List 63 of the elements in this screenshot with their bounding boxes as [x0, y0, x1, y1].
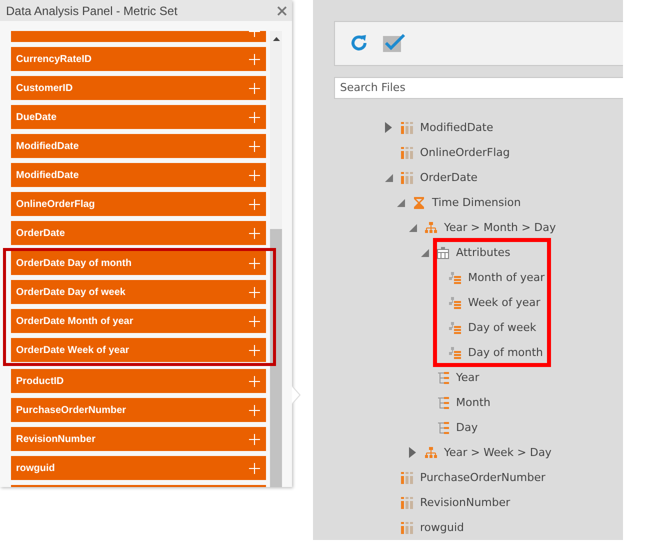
expanded-arrow-icon[interactable]	[409, 224, 417, 232]
plus-icon[interactable]	[249, 462, 260, 474]
hierarchy-icon	[425, 222, 437, 234]
tree-item[interactable]: Time Dimension	[432, 196, 521, 209]
plus-icon[interactable]	[249, 140, 260, 152]
column-icon	[401, 172, 413, 184]
tree-item[interactable]: Day of month	[468, 346, 544, 359]
tree-item[interactable]: Day	[456, 421, 478, 434]
table-icon	[437, 246, 449, 258]
plus-icon[interactable]	[249, 258, 260, 268]
tree-item[interactable]: Week of year	[468, 296, 540, 309]
level-icon	[437, 372, 449, 384]
close-icon[interactable]	[277, 6, 287, 16]
hierarchy-icon	[425, 446, 437, 458]
checkbox-check-icon[interactable]	[382, 33, 406, 54]
attribute-icon	[449, 346, 461, 358]
search-field[interactable]: Search Files	[334, 76, 623, 99]
tree-item[interactable]: OrderDate	[420, 171, 478, 184]
plus-icon[interactable]	[249, 82, 260, 94]
plus-icon[interactable]	[249, 286, 260, 298]
expanded-arrow-icon[interactable]	[421, 248, 429, 256]
column-icon	[401, 146, 413, 158]
attribute-icon	[449, 322, 461, 334]
plus-icon[interactable]	[249, 228, 260, 238]
plus-icon[interactable]	[249, 344, 260, 356]
plus-icon[interactable]	[249, 198, 260, 210]
field-item[interactable]	[11, 31, 266, 42]
refresh-icon[interactable]	[349, 33, 369, 54]
level-icon	[437, 422, 449, 434]
column-icon	[401, 472, 413, 484]
tree-item[interactable]: PurchaseOrderNumber	[420, 471, 546, 484]
hourglass-icon	[413, 196, 425, 208]
scrollbar[interactable]	[270, 31, 282, 487]
plus-icon[interactable]	[249, 404, 260, 416]
expanded-arrow-icon[interactable]	[385, 174, 393, 182]
tree-item[interactable]: Attributes	[456, 246, 510, 259]
scroll-up-arrow-icon[interactable]	[272, 37, 280, 41]
tree-item[interactable]: Month	[456, 396, 490, 409]
plus-icon[interactable]	[249, 376, 260, 386]
tree-item[interactable]: Year	[456, 371, 480, 384]
plus-icon[interactable]	[249, 54, 260, 64]
panel-title: Data Analysis Panel - Metric Set	[6, 4, 178, 18]
tree-item[interactable]: ModifiedDate	[420, 121, 494, 134]
column-icon	[401, 522, 413, 534]
collapsed-arrow-icon[interactable]	[385, 122, 392, 133]
attribute-icon	[449, 272, 461, 284]
tree-item[interactable]: RevisionNumber	[420, 496, 510, 509]
tree-item[interactable]: Year > Month > Day	[444, 221, 556, 234]
tree-item[interactable]: OnlineOrderFlag	[420, 146, 510, 159]
plus-icon[interactable]	[249, 434, 260, 444]
attribute-icon	[449, 296, 461, 308]
plus-icon[interactable]	[249, 170, 260, 180]
tree-item[interactable]: rowguid	[420, 521, 464, 534]
column-icon	[401, 122, 413, 134]
tree-item[interactable]: Day of week	[468, 321, 536, 334]
collapsed-arrow-icon[interactable]	[409, 447, 416, 458]
column-icon	[401, 496, 413, 508]
tree-item[interactable]: Year > Week > Day	[444, 446, 552, 459]
plus-icon[interactable]	[249, 316, 260, 326]
level-icon	[437, 396, 449, 408]
plus-icon[interactable]	[249, 112, 260, 122]
tree-item[interactable]: Month of year	[468, 271, 545, 284]
expanded-arrow-icon[interactable]	[397, 198, 405, 206]
